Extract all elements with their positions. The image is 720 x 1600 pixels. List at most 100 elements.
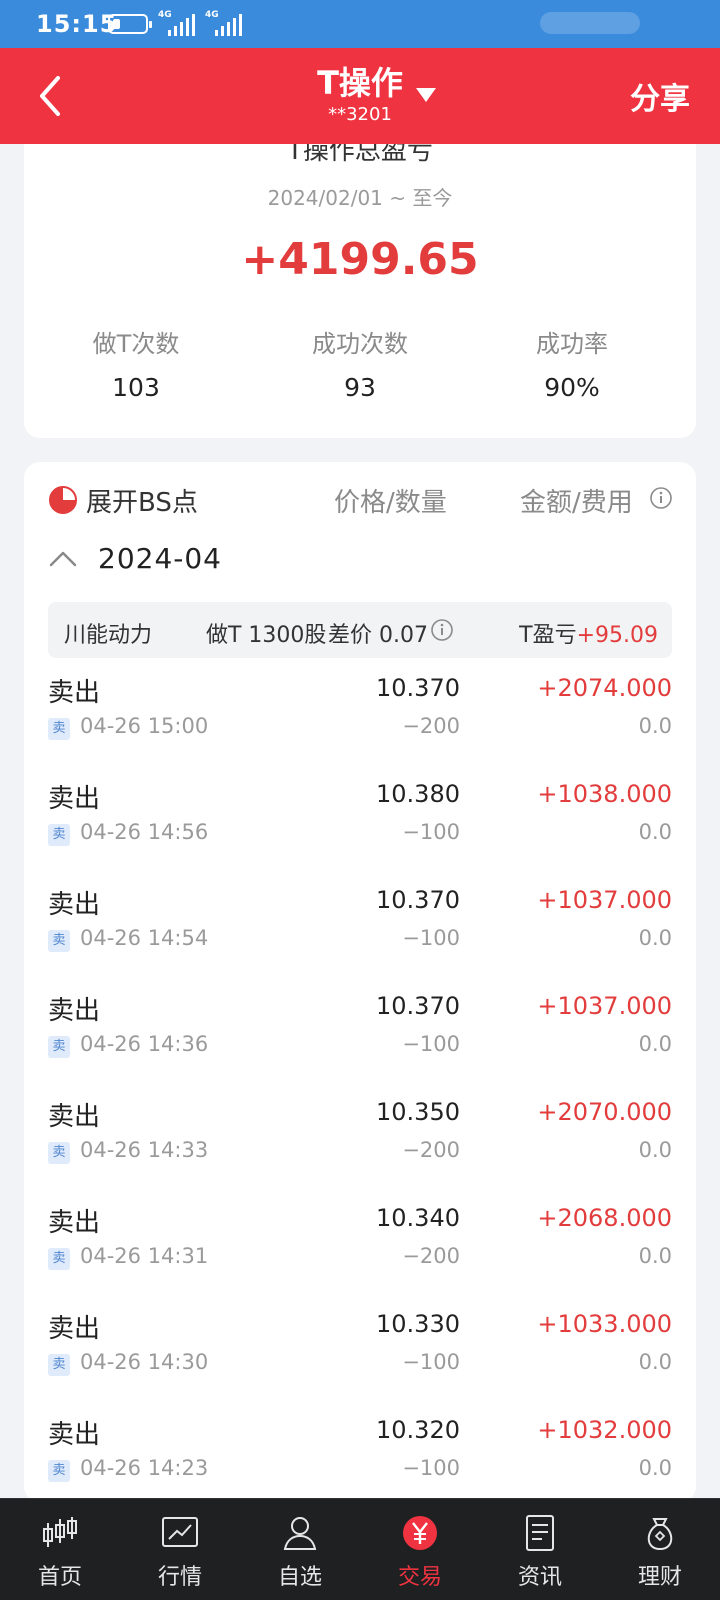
nav-market[interactable]: 行情 <box>120 1499 240 1600</box>
sell-badge: 卖 <box>48 718 70 740</box>
trade-time: 04-26 14:54 <box>80 926 209 950</box>
trade-amount: +1037.000 <box>537 886 672 914</box>
trade-amount: +2068.000 <box>537 1204 672 1232</box>
trade-row[interactable]: 卖出 卖 04-26 14:33 10.350 −200 +2070.000 0… <box>24 1094 696 1200</box>
trade-row[interactable]: 卖出 卖 04-26 15:00 10.370 −200 +2074.000 0… <box>24 670 696 776</box>
trade-amount: +2070.000 <box>537 1098 672 1126</box>
sell-badge: 卖 <box>48 930 70 952</box>
trade-time: 04-26 15:00 <box>80 714 209 738</box>
trade-row[interactable]: 卖出 卖 04-26 14:54 10.370 −100 +1037.000 0… <box>24 882 696 988</box>
trade-quantity: −200 <box>402 1244 460 1268</box>
nav-trade[interactable]: 交易 <box>360 1499 480 1600</box>
battery-icon <box>108 14 152 34</box>
trade-action: 卖出 <box>48 1102 101 1132</box>
trade-row[interactable]: 卖出 卖 04-26 14:23 10.320 −100 +1032.000 0… <box>24 1412 696 1502</box>
nav-label: 交易 <box>397 1565 442 1590</box>
column-header-price: 价格/数量 <box>334 488 447 518</box>
stat-label: 成功次数 <box>312 330 408 358</box>
stat-value: 93 <box>344 373 376 402</box>
status-time: 15:15 <box>36 10 118 38</box>
expand-bs-label: 展开BS点 <box>86 487 198 518</box>
trade-quantity: −100 <box>402 820 460 844</box>
nav-news[interactable]: 资讯 <box>480 1499 600 1600</box>
document-icon <box>526 1515 554 1551</box>
date-range: 2024/02/01 ~ 至今 <box>267 186 453 210</box>
price-difference: 差价 0.07 <box>328 623 428 648</box>
trade-quantity: −100 <box>402 1350 460 1374</box>
signal-icon-2: 4G <box>205 10 249 36</box>
month-label: 2024-04 <box>98 541 222 575</box>
trade-quantity: −200 <box>402 1138 460 1162</box>
trade-fee: 0.0 <box>638 926 672 950</box>
stock-name: 川能动力 <box>64 623 153 648</box>
summary-title: T操作总盈亏 <box>287 144 433 166</box>
trade-amount: +1033.000 <box>537 1310 672 1338</box>
nav-watchlist[interactable]: 自选 <box>240 1499 360 1600</box>
trade-time: 04-26 14:36 <box>80 1032 209 1056</box>
trade-row[interactable]: 卖出 卖 04-26 14:36 10.370 −100 +1037.000 0… <box>24 988 696 1094</box>
trade-price: 10.380 <box>376 780 460 808</box>
stat-value: 90% <box>544 373 600 402</box>
nav-home[interactable]: 首页 <box>0 1499 120 1600</box>
trade-row[interactable]: 卖出 卖 04-26 14:30 10.330 −100 +1033.000 0… <box>24 1306 696 1412</box>
trade-time: 04-26 14:23 <box>80 1456 209 1480</box>
trade-amount: +1038.000 <box>537 780 672 808</box>
nav-label: 行情 <box>157 1565 202 1590</box>
trade-detail-card: 展开BS点 价格/数量 金额/费用 2024-04 川能动力 做T 1300股 … <box>24 462 696 1502</box>
nav-wealth[interactable]: 理财 <box>600 1499 720 1600</box>
stat-value: 103 <box>112 373 160 402</box>
trade-amount: +1032.000 <box>537 1416 672 1444</box>
status-bar: 15:15 4G 4G <box>0 0 720 48</box>
trade-fee: 0.0 <box>638 1350 672 1374</box>
trade-row[interactable]: 卖出 卖 04-26 14:56 10.380 −100 +1038.000 0… <box>24 776 696 882</box>
app-header: T操作 **3201 分享 <box>0 48 720 144</box>
account-number: **3201 <box>328 104 392 125</box>
trade-time: 04-26 14:56 <box>80 820 209 844</box>
info-icon[interactable] <box>430 618 454 642</box>
trade-action: 卖出 <box>48 678 101 708</box>
sell-badge: 卖 <box>48 1142 70 1164</box>
sell-badge: 卖 <box>48 1036 70 1058</box>
yen-icon <box>403 1516 437 1550</box>
trade-price: 10.370 <box>376 674 460 702</box>
sell-badge: 卖 <box>48 1248 70 1270</box>
info-icon[interactable] <box>649 486 673 510</box>
trade-fee: 0.0 <box>638 1244 672 1268</box>
sell-badge: 卖 <box>48 1460 70 1482</box>
month-group-header[interactable]: 2024-04 <box>48 536 222 580</box>
trade-quantity: −200 <box>402 714 460 738</box>
trade-action: 卖出 <box>48 996 101 1026</box>
back-button[interactable] <box>30 70 78 122</box>
nav-label: 首页 <box>37 1565 82 1590</box>
expand-bs-points-toggle[interactable]: 展开BS点 <box>48 480 198 520</box>
stat-trade-count: 做T次数 103 <box>24 324 248 402</box>
user-icon <box>283 1517 317 1550</box>
total-profit: +4199.65 <box>241 234 479 285</box>
sell-badge: 卖 <box>48 824 70 846</box>
trade-fee: 0.0 <box>638 1456 672 1480</box>
trade-action: 卖出 <box>48 1208 101 1238</box>
stat-label: 做T次数 <box>92 330 180 358</box>
trade-action: 卖出 <box>48 784 101 814</box>
nav-label: 理财 <box>637 1565 682 1590</box>
trade-quantity: −100 <box>402 1032 460 1056</box>
stat-success-count: 成功次数 93 <box>248 324 472 402</box>
notification-icons <box>540 12 640 34</box>
caret-down-icon[interactable] <box>416 88 436 102</box>
trade-price: 10.340 <box>376 1204 460 1232</box>
trade-row[interactable]: 卖出 卖 04-26 14:31 10.340 −200 +2068.000 0… <box>24 1200 696 1306</box>
trade-action: 卖出 <box>48 1420 101 1450</box>
chevron-up-icon <box>49 551 77 567</box>
trade-time: 04-26 14:33 <box>80 1138 209 1162</box>
trade-fee: 0.0 <box>638 1032 672 1056</box>
summary-card: T操作总盈亏 2024/02/01 ~ 至今 +4199.65 做T次数 103… <box>24 144 696 438</box>
signal-icon: 4G <box>158 10 202 36</box>
trade-amount: +2074.000 <box>537 674 672 702</box>
share-button[interactable]: 分享 <box>630 74 690 118</box>
back-arrow-icon <box>40 76 60 116</box>
trade-price: 10.370 <box>376 992 460 1020</box>
pie-chart-icon <box>49 486 77 514</box>
nav-label: 资讯 <box>517 1565 562 1590</box>
trade-fee: 0.0 <box>638 820 672 844</box>
bottom-nav: 首页 行情 自选 交易 资讯 理财 <box>0 1498 720 1600</box>
